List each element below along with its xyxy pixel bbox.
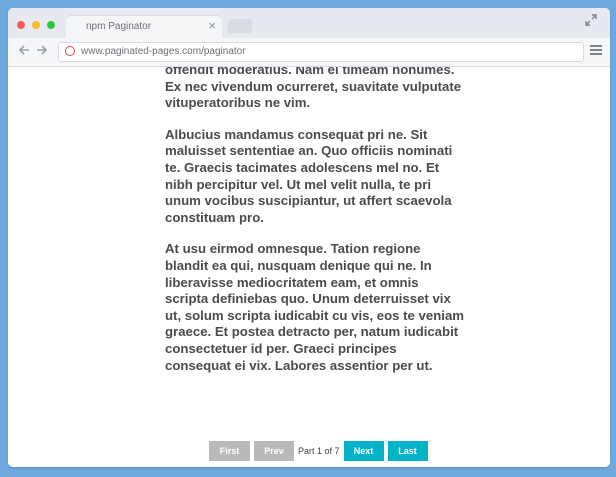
dribbble-icon: [65, 46, 75, 56]
page-indicator: Part 1 of 7: [298, 446, 340, 456]
tab-title: npm Paginator: [86, 21, 152, 32]
prev-page-button[interactable]: Prev: [254, 441, 294, 461]
article-body: offendit moderatius. Nam ei timeam nonum…: [165, 67, 465, 389]
arrow-right-icon[interactable]: [34, 43, 50, 59]
maximize-window-button[interactable]: [47, 21, 55, 29]
tab-close-icon[interactable]: ×: [208, 19, 216, 33]
expand-icon[interactable]: [584, 14, 598, 28]
minimize-window-button[interactable]: [32, 21, 40, 29]
pagination: First Prev Part 1 of 7 Next Last: [209, 440, 428, 462]
paragraph-1: offendit moderatius. Nam ei timeam nonum…: [165, 67, 462, 111]
paragraph-2: Albucius mandamus consequat pri ne. Sit …: [165, 126, 453, 225]
arrow-left-icon[interactable]: [16, 43, 32, 59]
first-page-button[interactable]: First: [209, 441, 250, 461]
page-content: offendit moderatius. Nam ei timeam nonum…: [8, 67, 610, 467]
paragraph-3: At usu eirmod omnesque. Tation regione b…: [165, 241, 465, 373]
last-page-button[interactable]: Last: [387, 441, 428, 461]
browser-tab[interactable]: npm Paginator ×: [66, 16, 222, 38]
new-tab-button[interactable]: [227, 19, 253, 33]
hamburger-menu-icon[interactable]: [590, 45, 602, 55]
url-text[interactable]: www.paginated-pages.com/paginator: [81, 46, 246, 57]
browser-window: npm Paginator × www.paginated-pages.com/…: [8, 8, 610, 467]
title-bar: npm Paginator ×: [8, 8, 610, 38]
browser-toolbar: www.paginated-pages.com/paginator: [8, 38, 610, 67]
close-window-button[interactable]: [17, 21, 25, 29]
next-page-button[interactable]: Next: [343, 441, 384, 461]
address-bar[interactable]: www.paginated-pages.com/paginator: [58, 42, 584, 62]
